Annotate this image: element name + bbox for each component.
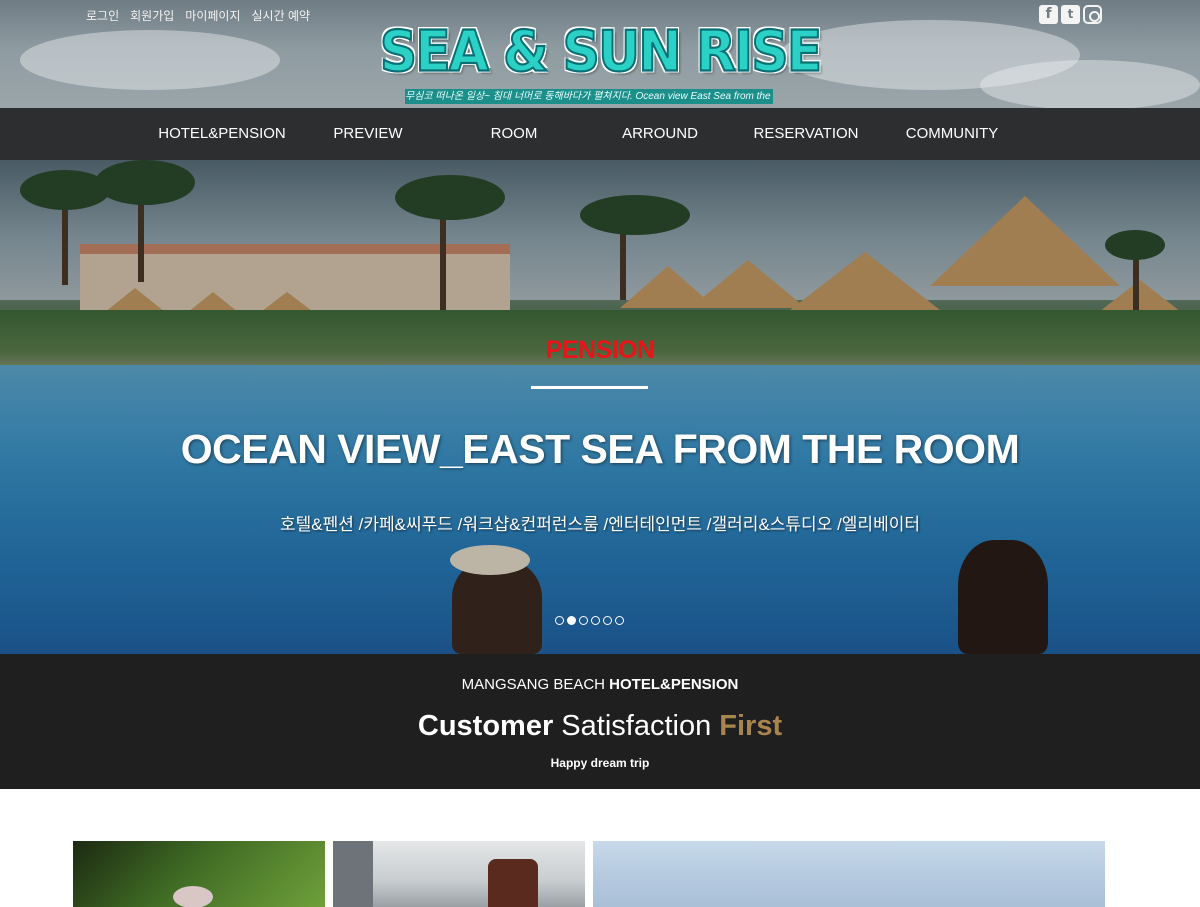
slider-dot-2[interactable] bbox=[567, 616, 576, 625]
nav-hotel-pension[interactable]: HOTEL&PENSION bbox=[152, 108, 292, 160]
hero-slider: PENSION OCEAN VIEW_EAST SEA FROM THE ROO… bbox=[0, 160, 1200, 654]
logo-tagline: 무심코 떠나온 일상~ 침대 너머로 동해바다가 펼쳐지다. Ocean vie… bbox=[405, 89, 773, 104]
slider-dot-4[interactable] bbox=[591, 616, 600, 625]
gallery-thumbnail-3[interactable] bbox=[593, 841, 1105, 907]
band-caption: Happy dream trip bbox=[550, 756, 650, 770]
header: 로그인 회원가입 마이페이지 실시간 예약 f t SEA & SUN RISE… bbox=[0, 0, 1200, 108]
hero-divider bbox=[531, 386, 648, 389]
slider-dot-6[interactable] bbox=[615, 616, 624, 625]
hero-subline: 호텔&펜션 /카페&씨푸드 /워크샵&컨퍼런스룸 /엔터테인먼트 /갤러리&스튜… bbox=[280, 515, 920, 534]
band-title: Customer Satisfaction First bbox=[417, 710, 783, 742]
band-subtitle: MANGSANG BEACH HOTEL&PENSION bbox=[461, 676, 739, 693]
hero-headline: OCEAN VIEW_EAST SEA FROM THE ROOM bbox=[180, 426, 1020, 472]
slider-dot-5[interactable] bbox=[603, 616, 612, 625]
slider-dot-3[interactable] bbox=[579, 616, 588, 625]
site-logo[interactable]: SEA & SUN RISE bbox=[0, 19, 1200, 86]
nav-reservation[interactable]: RESERVATION bbox=[736, 108, 876, 160]
slider-pagination bbox=[555, 616, 624, 625]
nav-preview[interactable]: PREVIEW bbox=[298, 108, 438, 160]
slider-dot-1[interactable] bbox=[555, 616, 564, 625]
gallery-thumbnail-1[interactable] bbox=[73, 841, 325, 907]
nav-arround[interactable]: ARROUND bbox=[590, 108, 730, 160]
main-nav: HOTEL&PENSION PREVIEW ROOM ARROUND RESER… bbox=[0, 108, 1200, 160]
nav-room[interactable]: ROOM bbox=[444, 108, 584, 160]
nav-community[interactable]: COMMUNITY bbox=[882, 108, 1022, 160]
intro-band: MANGSANG BEACH HOTEL&PENSION Customer Sa… bbox=[0, 654, 1200, 789]
gallery-thumbnail-2[interactable] bbox=[333, 841, 585, 907]
hero-kicker: PENSION bbox=[545, 336, 655, 364]
